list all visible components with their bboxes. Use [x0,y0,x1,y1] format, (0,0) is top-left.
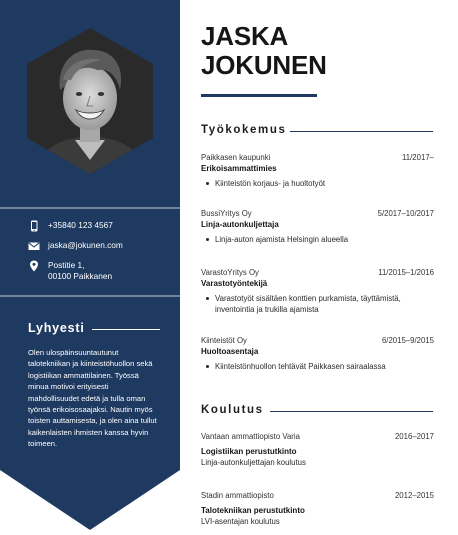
phone-icon [31,220,38,232]
summary-text: Olen ulospäinsuuntautunut talotekniikan … [28,348,157,449]
experience-item: Kiinteistöt Oy 6/2015–9/2015 Huoltoasent… [201,336,434,372]
contact-address: Postitie 1, 00100 Paikkanen [28,260,112,282]
education-heading-rule [270,411,433,412]
education-dates: 2016–2017 [394,432,434,441]
education-school: Stadin ammattiopisto [201,491,274,500]
experience-item: VarastoYritys Oy 11/2015–1/2016 Varastot… [201,268,434,315]
experience-role: Erikoisammattimies [201,164,277,173]
experience-item: BussiYritys Oy 5/2017–10/2017 Linja-auto… [201,209,434,245]
experience-bullet: Linja-auton ajamista Helsingin alueella [201,234,434,245]
experience-bullet: Kiinteistönhuollon tehtävät Paikkasen sa… [201,361,434,372]
experience-role: Linja-autonkuljettaja [201,220,279,229]
last-name: JOKUNEN [201,50,327,80]
education-degree: Talotekniikan perustutkinto [201,506,305,515]
experience-role: Varastotyöntekijä [201,279,268,288]
education-detail: Linja-autonkuljettajan koulutus [201,458,306,467]
email-text: jaska@jokunen.com [48,240,123,250]
education-item: Vantaan ammattiopisto Varia 2016–2017 Lo… [201,432,434,468]
phone-text: +35840 123 4567 [48,220,113,230]
person-name: JASKA JOKUNEN [201,22,327,80]
education-degree: Logistiikan perustutkinto [201,447,297,456]
experience-company: BussiYritys Oy [201,209,252,218]
name-underline [201,94,317,97]
experience-heading-rule [290,131,433,132]
education-detail: LVI-asentajan koulutus [201,517,280,526]
experience-dates: 6/2015–9/2015 [381,336,434,345]
address-line2: 00100 Paikkanen [48,271,113,281]
envelope-icon [28,242,40,250]
contact-phone: +35840 123 4567 [28,220,113,232]
first-name: JASKA [201,21,289,51]
profile-photo [27,28,153,174]
experience-bullet: Kiinteistön korjaus- ja huoltotyöt [201,178,434,189]
education-heading: Koulutus [201,404,264,416]
experience-dates: 5/2017–10/2017 [377,209,434,218]
location-pin-icon [30,260,38,272]
experience-item: Paikkasen kaupunki 11/2017– Erikoisammat… [201,153,434,189]
experience-company: Kiinteistöt Oy [201,336,247,345]
contact-email: jaska@jokunen.com [28,240,123,252]
experience-company: VarastoYritys Oy [201,268,259,277]
summary-heading-rule [92,329,160,330]
experience-dates: 11/2017– [402,153,434,162]
experience-heading: Työkokemus [201,124,287,136]
experience-role: Huoltoasentaja [201,347,259,356]
education-item: Stadin ammattiopisto 2012–2015 Talotekni… [201,491,434,527]
education-school: Vantaan ammattiopisto Varia [201,432,300,441]
experience-dates: 11/2015–1/2016 [378,268,434,277]
experience-company: Paikkasen kaupunki [201,153,271,162]
address-line1: Postitie 1, [48,260,85,270]
experience-bullet: Varastotyöt sisältäen konttien purkamist… [201,293,434,315]
summary-heading: Lyhyesti [28,321,85,335]
education-dates: 2012–2015 [394,491,434,500]
